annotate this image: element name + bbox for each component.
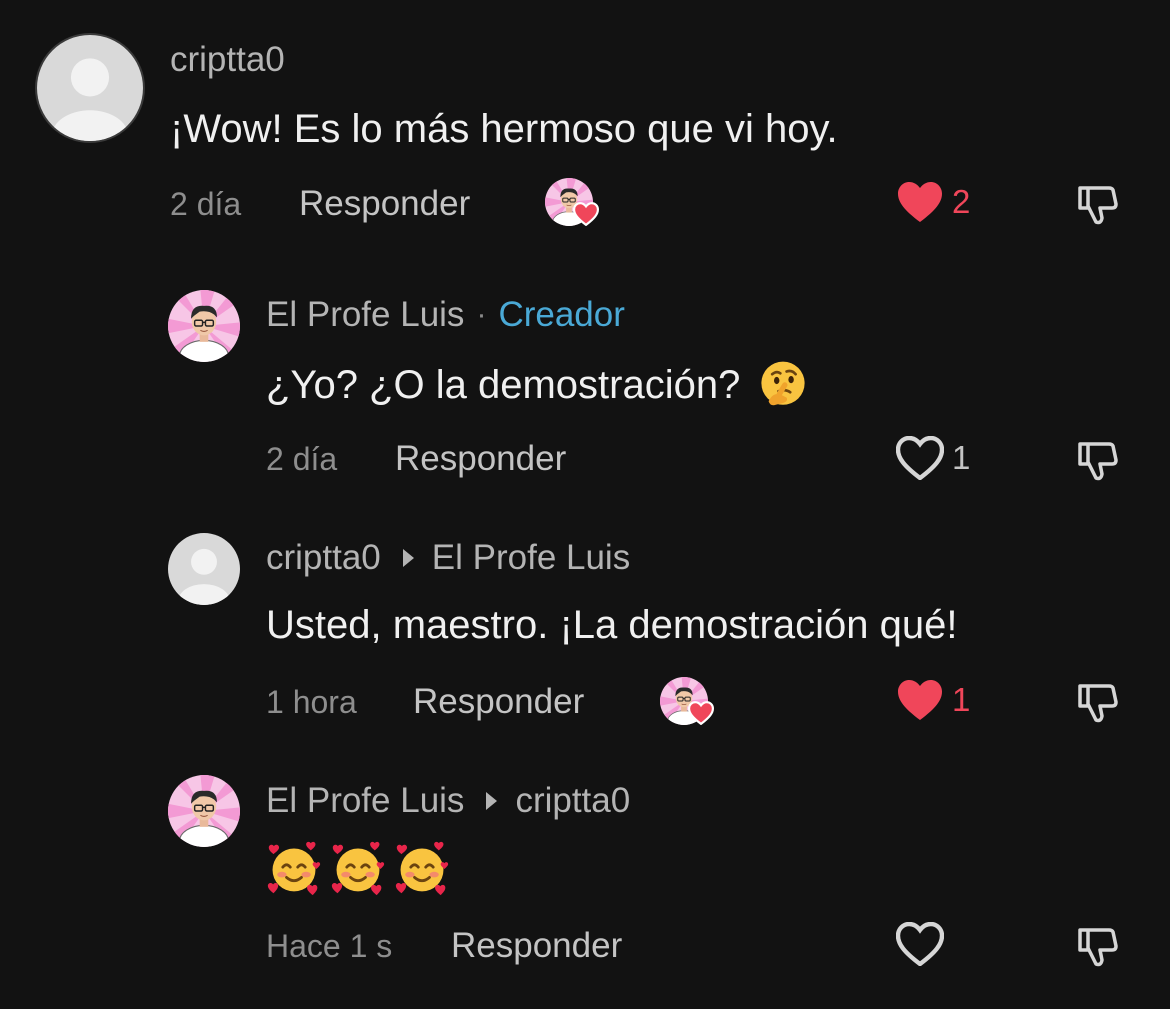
separator-dot: · [476,298,487,331]
like-button[interactable]: 1 [896,678,970,722]
comment-timestamp: 2 día [170,186,242,222]
creator-liked-badge [545,178,595,228]
username-text[interactable]: El Profe Luis [266,781,464,821]
comment-username[interactable]: criptta0 El Profe Luis [266,538,630,578]
comment-username[interactable]: criptta0 [170,40,285,80]
smiling-face-with-hearts-icon [394,841,450,897]
comment-text: ¡Wow! Es lo más hermoso que vi hoy. [170,107,838,151]
thinking-face-icon [756,358,810,412]
reply-arrow-icon [402,549,414,567]
heart-icon [688,701,714,725]
comment-username[interactable]: El Profe Luis criptta0 [266,781,630,821]
comment-item: criptta0 ¡Wow! Es lo más hermoso que vi … [0,0,1170,260]
reply-button[interactable]: Responder [299,184,470,224]
comment-timestamp: 1 hora [266,684,357,720]
comment-item: El Profe Luis criptta0 Hace 1 s Responde… [0,745,1170,1009]
comment-timestamp: Hace 1 s [266,928,393,964]
like-button[interactable] [896,922,952,966]
reply-button[interactable]: Responder [413,682,584,722]
thumbs-down-icon[interactable] [1074,436,1122,484]
comment-username[interactable]: El Profe Luis · Creador [266,295,625,335]
like-count: 1 [952,439,971,476]
heart-filled-icon [896,678,944,722]
comment-timestamp: 2 día [266,441,338,477]
smiling-face-with-hearts-icon [330,841,386,897]
like-count: 1 [952,681,971,718]
like-count: 2 [952,183,971,220]
reply-to-username[interactable]: criptta0 [515,781,630,821]
comment-text-content: ¿Yo? ¿O la demostración? [266,363,741,407]
comment-emojis [266,841,450,897]
username-text[interactable]: criptta0 [266,538,381,578]
smiling-face-with-hearts-icon [266,841,322,897]
creator-badge: Creador [498,295,625,334]
comment-text: Usted, maestro. ¡La demostración qué! [266,603,958,647]
username-text[interactable]: criptta0 [170,40,285,80]
thumbs-down-icon[interactable] [1074,180,1122,228]
username-text[interactable]: El Profe Luis [266,295,464,335]
like-button[interactable]: 2 [896,180,970,224]
heart-outline-icon [896,436,944,480]
creator-liked-badge [660,677,710,727]
heart-icon [573,202,599,226]
avatar[interactable] [168,290,240,362]
thumbs-down-icon[interactable] [1074,922,1122,970]
avatar[interactable] [168,775,240,847]
reply-arrow-icon [486,792,498,810]
heart-outline-icon [896,922,944,966]
comment-item: criptta0 El Profe Luis Usted, maestro. ¡… [0,500,1170,745]
like-button[interactable]: 1 [896,436,970,480]
reply-to-username[interactable]: El Profe Luis [432,538,630,578]
avatar[interactable] [35,33,145,143]
thumbs-down-icon[interactable] [1074,678,1122,726]
reply-button[interactable]: Responder [451,926,622,966]
comment-text: ¿Yo? ¿O la demostración? [266,358,810,412]
heart-filled-icon [896,180,944,224]
comment-item: El Profe Luis · Creador ¿Yo? ¿O la demos… [0,260,1170,500]
avatar[interactable] [168,533,240,605]
reply-button[interactable]: Responder [395,439,566,479]
